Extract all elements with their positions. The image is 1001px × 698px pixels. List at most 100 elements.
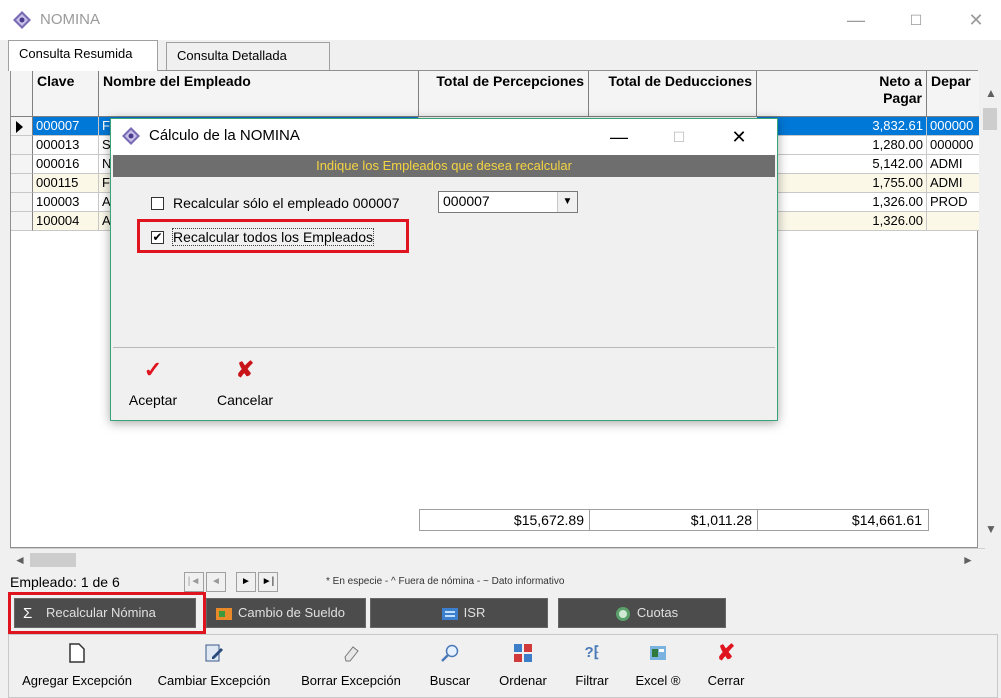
nomina-window: NOMINA — ☐ ✕ Consulta Resumida Consulta … <box>0 0 1001 698</box>
agregar-excepcion-button[interactable]: Agregar Excepción <box>15 635 139 697</box>
buscar-button[interactable]: Buscar <box>419 635 481 697</box>
dialog-instruction-banner: Indique los Empleados que desea recalcul… <box>113 155 775 177</box>
calculo-nomina-dialog: Cálculo de la NOMINA — ☐ ✕ Indique los E… <box>110 118 778 421</box>
bottom-toolbar: Agregar Excepción Cambiar Excepción Borr… <box>8 634 998 698</box>
dialog-maximize-button[interactable]: ☐ <box>659 123 699 151</box>
nav-first-button[interactable]: |◄ <box>184 572 204 592</box>
nav-last-button[interactable]: ►| <box>258 572 278 592</box>
cambiar-excepcion-button[interactable]: Cambiar Excepción <box>149 635 279 697</box>
buscar-label: Buscar <box>429 673 471 688</box>
column-header-departamento[interactable]: Depar <box>927 71 979 117</box>
vertical-scrollbar[interactable]: ▲ ▼ <box>980 82 1000 542</box>
row-indicator[interactable] <box>11 212 33 231</box>
cambio-de-sueldo-label: Cambio de Sueldo <box>238 605 345 620</box>
minimize-button[interactable]: — <box>836 6 876 34</box>
cambio-de-sueldo-button[interactable]: Cambio de Sueldo <box>206 598 366 628</box>
row-indicator[interactable] <box>11 155 33 174</box>
horizontal-scrollbar[interactable]: ◄ ► <box>10 548 985 570</box>
table-cell-clave[interactable]: 000115 <box>33 174 99 193</box>
filter-icon: ?⁅ <box>584 644 600 661</box>
chevron-down-icon[interactable]: ▼ <box>557 192 577 212</box>
table-cell-clave[interactable]: 000007 <box>33 117 99 136</box>
table-cell-depto[interactable]: 000000 <box>927 136 979 155</box>
tab-consulta-resumida[interactable]: Consulta Resumida <box>8 40 158 71</box>
cuotas-button[interactable]: Cuotas <box>558 598 726 628</box>
column-header-nombre[interactable]: Nombre del Empleado <box>99 71 419 117</box>
table-cell-neto[interactable]: 5,142.00 <box>757 155 927 174</box>
excel-label: Excel ® <box>635 673 681 688</box>
table-cell-clave[interactable]: 000013 <box>33 136 99 155</box>
table-cell-neto[interactable]: 1,280.00 <box>757 136 927 155</box>
column-header-percepciones[interactable]: Total de Percepciones <box>419 71 589 117</box>
cambiar-excepcion-label: Cambiar Excepción <box>157 673 271 688</box>
table-cell-depto[interactable]: ADMI <box>927 155 979 174</box>
isr-button[interactable]: ISR <box>370 598 548 628</box>
horizontal-scroll-thumb[interactable] <box>30 553 76 567</box>
eraser-icon <box>341 643 361 663</box>
row-indicator[interactable] <box>11 174 33 193</box>
recalcular-solo-checkbox[interactable] <box>151 197 164 210</box>
scroll-down-icon[interactable]: ▼ <box>985 522 997 536</box>
highlight-recalcular-todos <box>137 219 409 253</box>
table-cell-clave[interactable]: 100003 <box>33 193 99 212</box>
table-cell-neto[interactable]: 3,832.61 <box>757 117 927 136</box>
row-indicator[interactable] <box>11 117 33 136</box>
row-indicator[interactable] <box>11 193 33 212</box>
cuotas-icon <box>615 606 630 621</box>
cancelar-button[interactable]: ✘ Cancelar <box>205 352 285 416</box>
filtrar-button[interactable]: ?⁅ Filtrar <box>565 635 619 697</box>
table-cell-neto[interactable]: 1,326.00 <box>757 193 927 212</box>
tab-bar: Consulta Resumida Consulta Detallada <box>8 40 998 71</box>
close-button[interactable]: ✕ <box>956 6 996 34</box>
excel-button[interactable]: Excel ® <box>623 635 693 697</box>
cerrar-button[interactable]: ✘ Cerrar <box>699 635 753 697</box>
table-cell-neto[interactable]: 1,326.00 <box>757 212 927 231</box>
cuotas-label: Cuotas <box>636 605 679 620</box>
aceptar-button[interactable]: ✓ Aceptar <box>121 352 185 416</box>
dialog-title: Cálculo de la NOMINA <box>149 127 300 144</box>
dialog-minimize-button[interactable]: — <box>599 123 639 151</box>
row-indicator-header <box>11 71 33 117</box>
cerrar-label: Cerrar <box>707 673 745 688</box>
maximize-button[interactable]: ☐ <box>896 6 936 34</box>
column-header-neto[interactable]: Neto a Pagar <box>757 71 927 117</box>
table-cell-clave[interactable]: 000016 <box>33 155 99 174</box>
excel-icon <box>648 643 668 663</box>
aceptar-label: Aceptar <box>128 392 178 408</box>
column-header-clave[interactable]: Clave <box>33 71 99 117</box>
highlight-recalcular-nomina <box>8 592 206 634</box>
employee-select[interactable]: 000007 ▼ <box>438 191 578 213</box>
search-icon <box>440 643 460 663</box>
table-cell-depto[interactable]: ADMI <box>927 174 979 193</box>
title-bar: NOMINA — ☐ ✕ <box>0 0 1001 40</box>
dialog-close-button[interactable]: ✕ <box>719 123 759 151</box>
nav-prev-button[interactable]: ◄ <box>206 572 226 592</box>
recalcular-solo-label[interactable]: Recalcular sólo el empleado 000007 <box>173 195 399 211</box>
table-cell-neto[interactable]: 1,755.00 <box>757 174 927 193</box>
table-cell-depto[interactable]: PROD <box>927 193 979 212</box>
table-cell-depto[interactable]: 000000 <box>927 117 979 136</box>
cancelar-label: Cancelar <box>216 392 274 408</box>
column-header-deducciones[interactable]: Total de Deducciones <box>589 71 757 117</box>
new-document-icon <box>67 643 87 663</box>
dialog-options-panel: Recalcular sólo el empleado 000007 00000… <box>113 177 775 345</box>
scroll-up-icon[interactable]: ▲ <box>985 86 997 100</box>
salary-change-icon <box>216 607 232 620</box>
dialog-title-bar: Cálculo de la NOMINA — ☐ ✕ <box>111 119 777 155</box>
isr-label: ISR <box>463 605 486 620</box>
table-cell-depto[interactable] <box>927 212 979 231</box>
vertical-scroll-thumb[interactable] <box>983 108 997 130</box>
nav-next-button[interactable]: ► <box>236 572 256 592</box>
row-indicator[interactable] <box>11 136 33 155</box>
tab-consulta-detallada[interactable]: Consulta Detallada <box>166 42 330 70</box>
legend-text: * En especie - ^ Fuera de nómina - ~ Dat… <box>326 576 565 587</box>
ordenar-button[interactable]: Ordenar <box>489 635 557 697</box>
employee-select-value: 000007 <box>443 193 490 209</box>
current-row-pointer-icon <box>16 121 23 133</box>
checkmark-icon: ✓ <box>143 357 163 382</box>
borrar-excepcion-button[interactable]: Borrar Excepción <box>289 635 413 697</box>
scroll-left-icon[interactable]: ◄ <box>14 553 26 567</box>
table-cell-clave[interactable]: 100004 <box>33 212 99 231</box>
filtrar-label: Filtrar <box>575 673 609 688</box>
scroll-right-icon[interactable]: ► <box>962 553 974 567</box>
